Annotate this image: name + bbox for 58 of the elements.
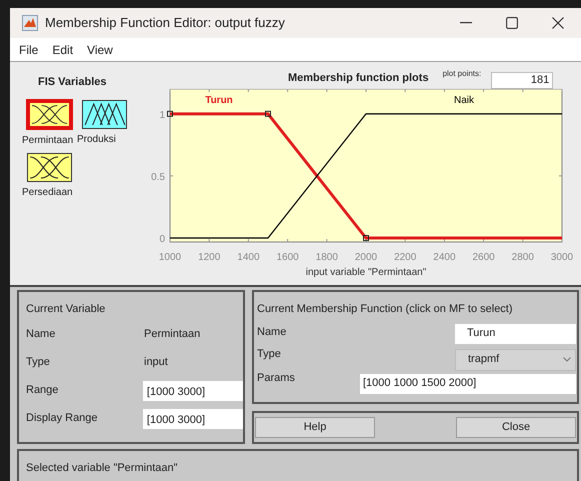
plot-points-label: plot points:	[442, 68, 482, 80]
app-icon	[22, 15, 38, 31]
field-label: Type	[26, 355, 51, 370]
panel-title: Current Variable	[26, 302, 106, 317]
x-tick-label: 2800	[512, 252, 534, 263]
menu-item[interactable]: View	[82, 40, 118, 58]
mf-label: Naik	[454, 95, 474, 106]
x-tick-label: 2600	[472, 252, 495, 263]
close-button[interactable]: Close	[456, 417, 576, 438]
panel-title: Current Membership Function (click on MF to select)	[257, 302, 513, 317]
variable-icon[interactable]	[26, 98, 73, 130]
minimize-icon	[460, 22, 472, 24]
axis-label: input variable "Permintaan"	[306, 267, 426, 278]
mf-handle[interactable]	[167, 110, 173, 117]
mf-handle[interactable]	[363, 235, 369, 242]
params-field[interactable]: [1000 1000 1500 2000]	[360, 374, 576, 394]
input-field[interactable]: [1000 3000]	[142, 380, 243, 400]
maximize-icon	[506, 17, 518, 29]
panel-title: FIS Variables	[38, 75, 106, 90]
field-label: Name	[26, 327, 56, 342]
menu-item[interactable]: Edit	[47, 40, 78, 58]
variable-label: Produksi	[77, 132, 116, 146]
window-title: Membership Function Editor: output fuzzy	[45, 14, 285, 32]
x-tick-label: 1000	[158, 252, 182, 263]
status-text: Selected variable "Permintaan"	[26, 462, 178, 474]
field-label: Range	[26, 383, 60, 398]
y-tick-label: 0.5	[151, 172, 165, 183]
x-tick-label: 2400	[433, 252, 456, 263]
variable-icon[interactable]	[82, 100, 127, 128]
name-field[interactable]: Turun	[455, 324, 576, 344]
variable-label: Permintaan	[22, 134, 74, 148]
x-tick-label: 2000	[354, 252, 378, 263]
type-dropdown[interactable]: trapmf	[455, 348, 576, 370]
field-label: Display Range	[26, 411, 99, 426]
menu-item[interactable]: File	[14, 40, 44, 58]
x-tick-label: 1400	[237, 252, 260, 263]
variable-label: Persediaan	[22, 186, 73, 200]
field-label: Name	[257, 324, 286, 340]
x-tick-label: 1600	[276, 252, 299, 263]
mf-label: Turun	[205, 95, 233, 106]
field-label: Type	[257, 346, 281, 362]
close-icon	[552, 17, 564, 29]
x-tick-label: 1800	[316, 252, 338, 263]
x-tick-label: 3000	[550, 252, 574, 263]
plot-points-field[interactable]: 181	[491, 72, 554, 89]
input-field[interactable]: [1000 3000]	[142, 408, 243, 428]
mf-handle[interactable]	[265, 110, 271, 117]
chevron-icon	[563, 357, 571, 362]
chart-title: Membership function plots	[288, 70, 429, 86]
variable-icon[interactable]	[27, 152, 72, 182]
field-label: Params	[257, 370, 295, 386]
x-tick-label: 2200	[394, 252, 416, 263]
field-value: Permintaan	[144, 327, 200, 342]
x-tick-label: 1200	[198, 252, 220, 263]
y-tick-label: 0	[159, 234, 165, 246]
help-button[interactable]: Help	[255, 417, 375, 438]
field-value: input	[144, 355, 168, 370]
y-tick-label: 1	[159, 110, 165, 121]
